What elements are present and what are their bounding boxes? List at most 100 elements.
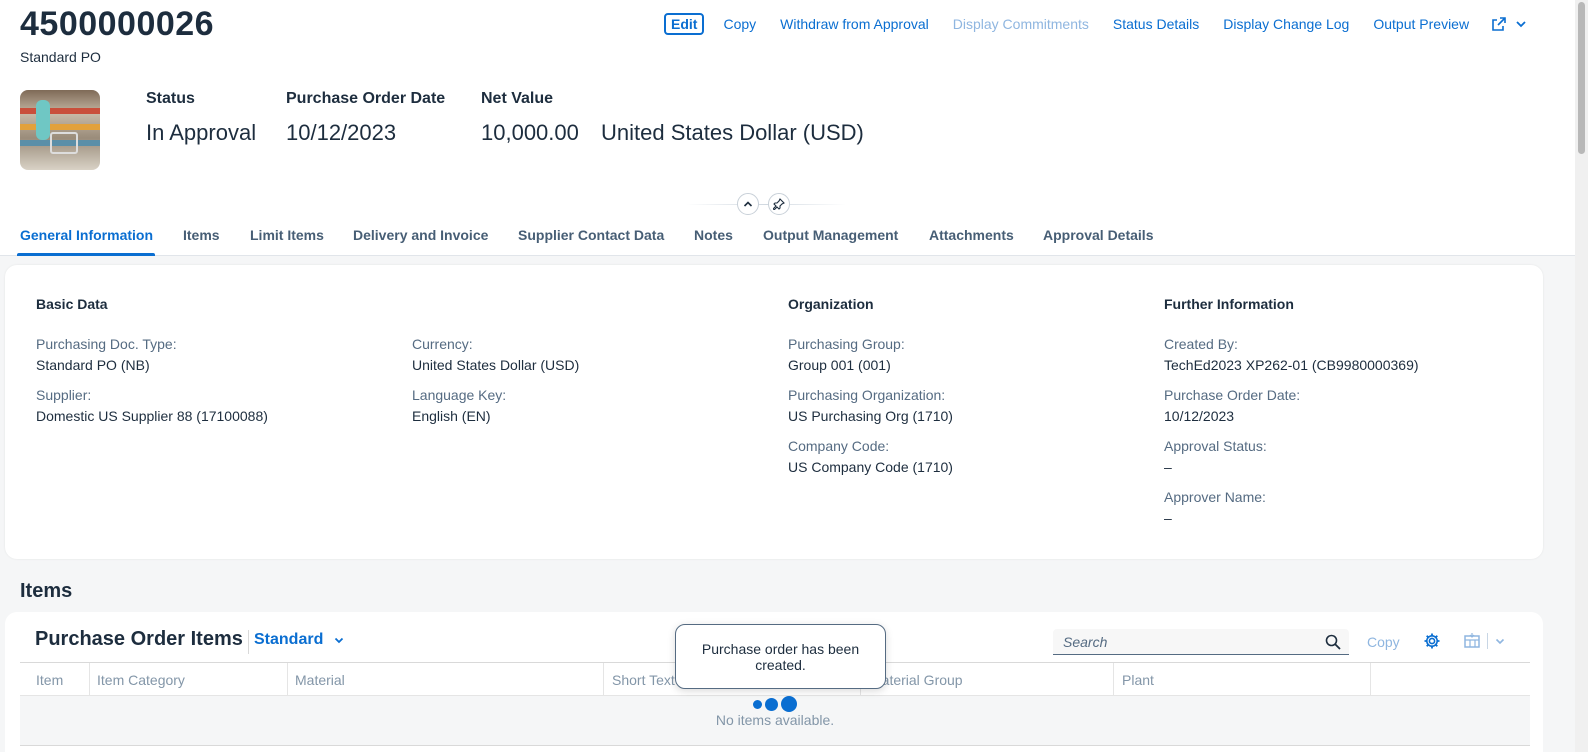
message-toast: Purchase order has been created. (675, 624, 886, 689)
po-date-value: 10/12/2023 (286, 120, 397, 145)
tab-limit-items[interactable]: Limit Items (250, 227, 324, 243)
search-icon[interactable] (1325, 634, 1341, 650)
supplier-value: Domestic US Supplier 88 (17100088) (36, 408, 268, 424)
approval-status-field: Approval Status: – (1164, 438, 1267, 475)
items-section-heading: Items (20, 580, 73, 602)
status-details-button[interactable]: Status Details (1113, 16, 1199, 32)
variant-selector[interactable]: Standard (254, 631, 345, 649)
currency-value: United States Dollar (USD) (412, 357, 580, 373)
supplier-field: Supplier: Domestic US Supplier 88 (17100… (36, 387, 268, 424)
search-placeholder: Search (1063, 634, 1108, 650)
table-search-input[interactable]: Search (1053, 629, 1349, 655)
copy-button[interactable]: Copy (723, 16, 756, 32)
general-information-card: Basic Data Purchasing Doc. Type: Standar… (5, 265, 1543, 559)
supplier-label: Supplier: (36, 387, 92, 403)
net-value-label: Net Value (481, 90, 554, 107)
page-title: 4500000026 (20, 5, 215, 43)
anchor-tab-bar: General Information Items Limit Items De… (0, 222, 1575, 256)
edit-button[interactable]: Edit (664, 13, 705, 35)
po-date-label: Purchase Order Date (286, 90, 446, 107)
tab-general-information[interactable]: General Information (20, 227, 153, 243)
page-subtitle: Standard PO (20, 49, 101, 65)
purchasing-group-field: Purchasing Group: Group 001 (001) (788, 336, 905, 373)
share-icon (1492, 17, 1506, 31)
header-collapse-bar (686, 193, 846, 215)
tab-approval-details[interactable]: Approval Details (1043, 227, 1153, 243)
column-header-item[interactable]: Item (36, 672, 63, 688)
scrollbar-thumb[interactable] (1578, 2, 1585, 154)
chevron-up-icon (743, 201, 753, 207)
tab-attachments[interactable]: Attachments (929, 227, 1014, 243)
purchasing-org-value: US Purchasing Org (1710) (788, 408, 953, 424)
net-value-kpi: Net Value 10,000.00 United States Dollar… (481, 90, 864, 146)
table-settings-button[interactable] (1423, 632, 1441, 655)
chevron-down-icon (1495, 638, 1505, 645)
no-items-text: No items available. (715, 712, 835, 728)
approval-status-label: Approval Status: (1164, 438, 1267, 454)
doc-type-value: Standard PO (NB) (36, 357, 150, 373)
doc-type-field: Purchasing Doc. Type: Standard PO (NB) (36, 336, 177, 373)
currency-label: Currency: (412, 336, 473, 352)
approver-name-field: Approver Name: – (1164, 489, 1266, 526)
status-kpi: Status In Approval (146, 90, 256, 146)
doc-type-label: Purchasing Doc. Type: (36, 336, 177, 352)
net-value-value: 10,000.00 United States Dollar (USD) (481, 120, 864, 146)
purchasing-org-field: Purchasing Organization: US Purchasing O… (788, 387, 953, 424)
tab-items[interactable]: Items (183, 227, 220, 243)
output-preview-button[interactable]: Output Preview (1373, 16, 1469, 32)
further-po-date-value: 10/12/2023 (1164, 408, 1235, 424)
net-value-amount: 10,000.00 (481, 120, 579, 145)
display-commitments-button[interactable]: Display Commitments (953, 16, 1089, 32)
approval-status-value: – (1164, 459, 1172, 475)
tab-delivery-and-invoice[interactable]: Delivery and Invoice (353, 227, 488, 243)
chevron-down-icon (335, 637, 344, 644)
basic-data-title: Basic Data (36, 296, 108, 312)
chevron-down-icon (1516, 21, 1526, 28)
gear-icon (1424, 633, 1440, 649)
pin-icon (773, 198, 785, 210)
export-menu-button[interactable] (1463, 632, 1506, 650)
header-toolbar: Edit Copy Withdraw from Approval Display… (664, 12, 1529, 36)
object-page-header: 4500000026 Standard PO Edit Copy Withdra… (0, 0, 1575, 262)
further-po-date-field: Purchase Order Date: 10/12/2023 (1164, 387, 1300, 424)
product-image (20, 90, 100, 170)
language-field: Language Key: English (EN) (412, 387, 506, 424)
purchasing-group-label: Purchasing Group: (788, 336, 905, 352)
purchasing-group-value: Group 001 (001) (788, 357, 891, 373)
status-value: In Approval (146, 120, 257, 145)
language-label: Language Key: (412, 387, 507, 403)
company-code-value: US Company Code (1710) (788, 459, 953, 475)
tab-output-management[interactable]: Output Management (763, 227, 898, 243)
language-value: English (EN) (412, 408, 491, 424)
column-header-plant[interactable]: Plant (1122, 672, 1154, 688)
table-title: Purchase Order Items (35, 628, 243, 650)
column-header-item-category[interactable]: Item Category (97, 672, 185, 688)
further-po-date-label: Purchase Order Date: (1164, 387, 1301, 403)
company-code-label: Company Code: (788, 438, 890, 454)
further-information-title: Further Information (1164, 296, 1294, 312)
display-change-log-button[interactable]: Display Change Log (1223, 16, 1349, 32)
created-by-field: Created By: TechEd2023 XP262-01 (CB99800… (1164, 336, 1419, 373)
tab-notes[interactable]: Notes (694, 227, 733, 243)
column-header-material[interactable]: Material (295, 672, 345, 688)
status-label: Status (146, 90, 195, 107)
company-code-field: Company Code: US Company Code (1710) (788, 438, 953, 475)
page-scrollbar[interactable] (1575, 0, 1588, 752)
po-date-kpi: Purchase Order Date 10/12/2023 (286, 90, 445, 146)
busy-indicator (753, 696, 800, 712)
share-menu-button[interactable] (1491, 16, 1529, 32)
created-by-value: TechEd2023 XP262-01 (CB9980000369) (1164, 357, 1419, 373)
tab-supplier-contact-data[interactable]: Supplier Contact Data (518, 227, 664, 243)
variant-label: Standard (254, 631, 324, 648)
approver-name-label: Approver Name: (1164, 489, 1266, 505)
approver-name-value: – (1164, 510, 1172, 526)
withdraw-from-approval-button[interactable]: Withdraw from Approval (780, 16, 929, 32)
collapse-header-button[interactable] (737, 193, 759, 215)
pin-header-button[interactable] (768, 193, 790, 215)
table-copy-button[interactable]: Copy (1367, 634, 1400, 650)
organization-title: Organization (788, 296, 874, 312)
column-header-short-text[interactable]: Short Text (612, 672, 675, 688)
net-value-currency: United States Dollar (USD) (601, 120, 864, 145)
created-by-label: Created By: (1164, 336, 1238, 352)
purchasing-org-label: Purchasing Organization: (788, 387, 946, 403)
